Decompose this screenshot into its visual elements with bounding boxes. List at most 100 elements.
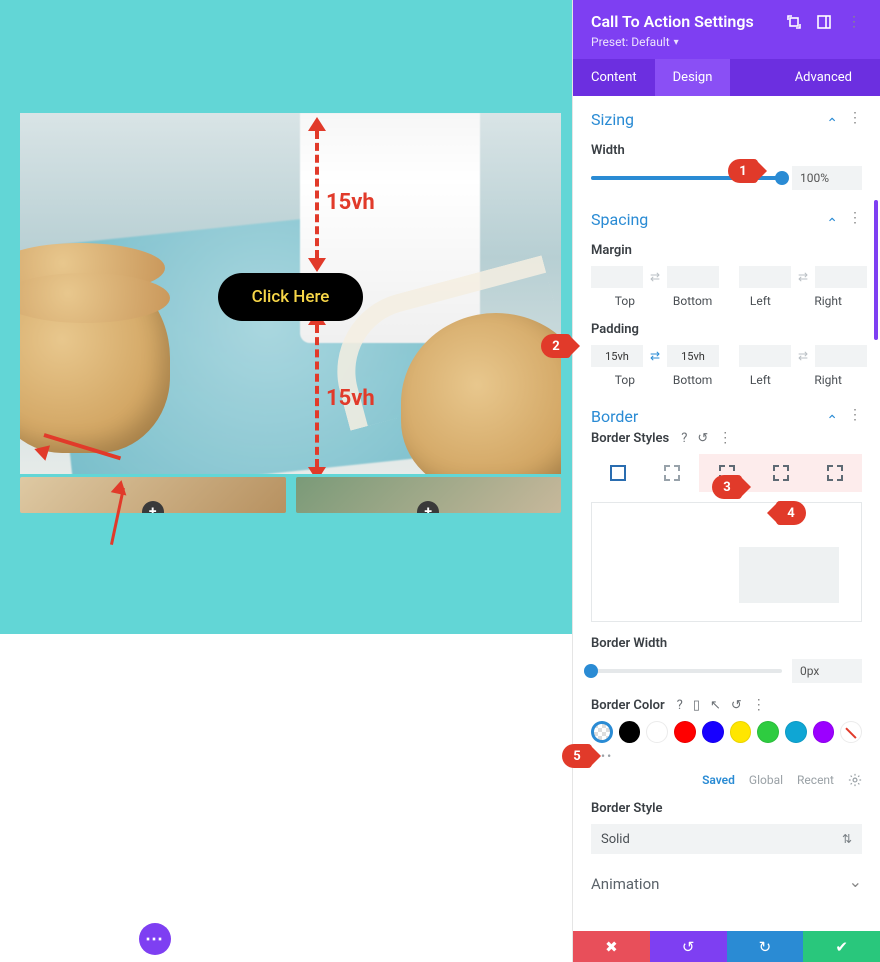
palette-tab-recent[interactable]: Recent — [797, 773, 834, 787]
discard-button[interactable]: ✖ — [573, 931, 650, 962]
side-label: Bottom — [659, 294, 727, 308]
margin-top-input[interactable] — [591, 266, 643, 288]
collapse-icon[interactable] — [826, 210, 838, 229]
annotation-arrow — [104, 480, 144, 550]
link-icon[interactable]: ⇄ — [643, 270, 667, 284]
redo-button[interactable]: ↻ — [727, 931, 804, 962]
cta-module[interactable]: Click Here — [20, 113, 561, 474]
border-style-top[interactable] — [645, 454, 699, 492]
help-icon[interactable]: ? — [677, 698, 683, 713]
border-style-select[interactable]: Solid ⇅ — [591, 824, 862, 854]
reset-icon[interactable]: ↺ — [697, 431, 708, 446]
builder-fab-button[interactable]: ⋯ — [139, 923, 171, 955]
swatch-color[interactable] — [674, 721, 696, 743]
save-button[interactable]: ✔ — [803, 931, 880, 962]
expand-icon[interactable] — [786, 14, 802, 30]
panel-footer: ✖ ↺ ↻ ✔ — [573, 931, 880, 962]
link-icon[interactable]: ⇄ — [643, 349, 667, 363]
gear-icon[interactable] — [848, 773, 862, 787]
kebab-icon[interactable]: ⋮ — [846, 14, 862, 30]
collapse-icon[interactable] — [826, 110, 838, 129]
margin-label: Margin — [591, 243, 862, 258]
border-style-bottom[interactable] — [754, 454, 808, 492]
width-label: Width — [591, 143, 862, 158]
swatch-color[interactable] — [730, 721, 752, 743]
padding-top-input[interactable] — [591, 345, 643, 367]
border-style-all[interactable] — [591, 454, 645, 492]
margin-right-input[interactable] — [815, 266, 867, 288]
margin-left-input[interactable] — [739, 266, 791, 288]
swatch-color[interactable] — [785, 721, 807, 743]
palette-tab-global[interactable]: Global — [749, 773, 783, 787]
panel-body[interactable]: Sizing ⋮ Width 100% Spacing — [573, 96, 880, 931]
help-icon[interactable]: ? — [681, 431, 687, 446]
thumbnail-module[interactable]: + — [296, 477, 562, 513]
kebab-icon[interactable]: ⋮ — [752, 697, 766, 713]
cta-button[interactable]: Click Here — [218, 273, 364, 321]
border-style-left[interactable] — [808, 454, 862, 492]
section-spacing: Spacing ⋮ Margin ⇄ ⇄ — [573, 196, 880, 393]
border-preview — [591, 502, 862, 622]
color-swatches — [591, 721, 862, 743]
border-width-slider[interactable] — [591, 669, 782, 673]
swatch-color[interactable] — [757, 721, 779, 743]
chevron-down-icon: ▾ — [674, 37, 679, 48]
collapse-icon[interactable] — [826, 407, 838, 426]
swatch-color[interactable] — [619, 721, 641, 743]
preset-selector[interactable]: Preset: Default ▾ — [591, 35, 862, 59]
padding-top-value-label: 15vh — [326, 190, 375, 215]
kebab-icon[interactable]: ⋮ — [848, 407, 862, 426]
scrollbar-thumb[interactable] — [874, 200, 878, 340]
section-animation[interactable]: Animation — [573, 860, 880, 907]
panel-header: Call To Action Settings ⋮ Preset: Defaul… — [573, 0, 880, 96]
more-swatches-icon[interactable]: ••• — [595, 749, 862, 763]
padding-right-input[interactable] — [815, 345, 867, 367]
dock-icon[interactable] — [816, 14, 832, 30]
responsive-icon[interactable]: ▯ — [693, 698, 700, 713]
margin-inputs: ⇄ ⇄ — [591, 266, 862, 288]
tab-design[interactable]: Design — [655, 59, 731, 96]
kebab-icon[interactable]: ⋮ — [848, 210, 862, 229]
tab-content[interactable]: Content — [573, 59, 655, 96]
link-icon[interactable]: ⇄ — [791, 349, 815, 363]
padding-bottom-input[interactable] — [667, 345, 719, 367]
section-title-border[interactable]: Border — [591, 407, 826, 426]
swatch-none[interactable] — [840, 721, 862, 743]
reset-icon[interactable]: ↺ — [731, 698, 742, 713]
side-label: Left — [727, 294, 795, 308]
thumbnail-module[interactable]: + — [20, 477, 286, 513]
width-value-input[interactable]: 100% — [792, 166, 862, 190]
add-module-button[interactable]: + — [142, 501, 164, 513]
annotation-callout-1: 1 — [728, 159, 758, 183]
undo-button[interactable]: ↺ — [650, 931, 727, 962]
swatch-color[interactable] — [813, 721, 835, 743]
section-title-sizing[interactable]: Sizing — [591, 110, 826, 129]
section-title-spacing[interactable]: Spacing — [591, 210, 826, 229]
padding-left-input[interactable] — [739, 345, 791, 367]
hover-icon[interactable]: ↖ — [710, 698, 721, 713]
side-label: Bottom — [659, 373, 727, 387]
row-thumbnails: + + — [20, 477, 561, 513]
swatch-color[interactable] — [646, 721, 668, 743]
section-title-animation: Animation — [591, 875, 849, 893]
annotation-callout-3: 3 — [712, 475, 742, 499]
swatch-transparent[interactable] — [591, 721, 613, 743]
tab-advanced[interactable]: Advanced — [785, 59, 862, 96]
builder-canvas: Click Here 15vh 15vh + + ⋯ — [0, 0, 572, 962]
margin-bottom-input[interactable] — [667, 266, 719, 288]
palette-tab-saved[interactable]: Saved — [702, 773, 735, 787]
annotation-callout-5: 5 — [562, 744, 592, 768]
add-module-button[interactable]: + — [417, 501, 439, 513]
border-style-label: Border Style — [591, 801, 862, 816]
kebab-icon[interactable]: ⋮ — [718, 430, 732, 446]
padding-inputs: ⇄ ⇄ — [591, 345, 862, 367]
expand-icon[interactable] — [849, 874, 862, 893]
swatch-color[interactable] — [702, 721, 724, 743]
border-width-value-input[interactable]: 0px — [792, 659, 862, 683]
annotation-arrow — [34, 423, 124, 474]
annotation-callout-4: 4 — [776, 501, 806, 525]
preset-label: Preset: Default — [591, 35, 670, 49]
link-icon[interactable]: ⇄ — [791, 270, 815, 284]
kebab-icon[interactable]: ⋮ — [848, 110, 862, 129]
border-styles-label: Border Styles — [591, 431, 669, 446]
